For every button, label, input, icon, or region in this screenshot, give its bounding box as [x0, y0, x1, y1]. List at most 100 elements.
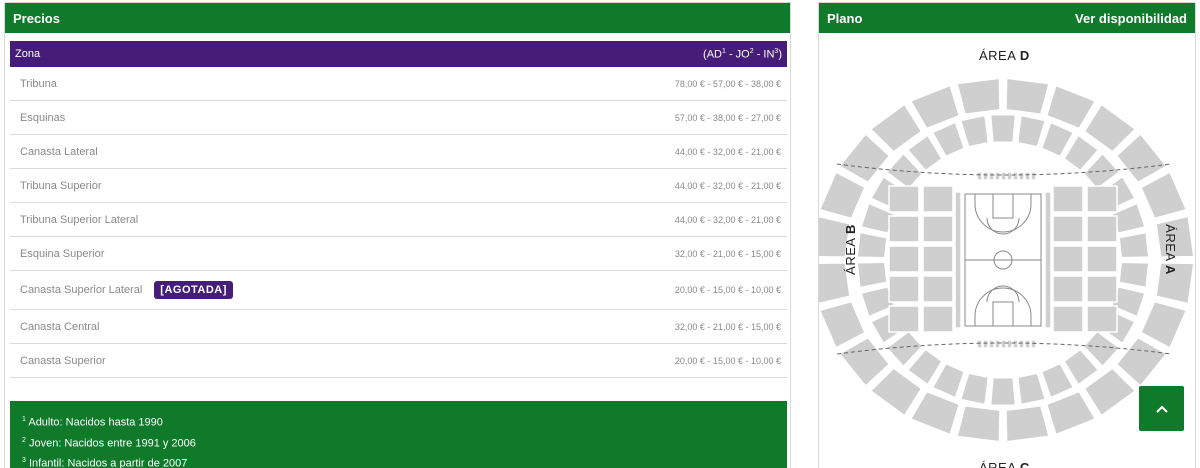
- chevron-up-icon: [1155, 405, 1168, 413]
- seat-block[interactable]: [988, 339, 995, 349]
- note-text: Joven: Nacidos entre 1991 y 2006: [25, 437, 196, 450]
- price-table: Zona (AD1 - JO2 - IN3) Tribuna 78,00 € -…: [10, 41, 787, 378]
- zone-name: Canasta Superior Lateral [AGOTADA]: [20, 281, 233, 299]
- seat-block[interactable]: [976, 339, 983, 349]
- seat-block[interactable]: [988, 171, 995, 181]
- prices-column-header: (AD1 - JO2 - IN3): [703, 48, 782, 61]
- area-b-label: ÁREA B: [843, 224, 858, 275]
- seat-block[interactable]: [976, 171, 983, 181]
- seat-section[interactable]: [989, 113, 1017, 144]
- prices-panel: Precios Zona (AD1 - JO2 - IN3) Tribuna 7…: [4, 2, 791, 468]
- note-text: Infantil: Nacidos a partir de 2007: [25, 457, 188, 468]
- seat-section[interactable]: [819, 300, 867, 350]
- seat-block[interactable]: [1000, 339, 1007, 349]
- seat-block[interactable]: [1030, 171, 1037, 181]
- seat-block[interactable]: [982, 171, 989, 181]
- seat-block[interactable]: [1052, 245, 1084, 273]
- seat-block[interactable]: [1052, 275, 1084, 303]
- seat-block[interactable]: [1012, 339, 1019, 349]
- seat-section[interactable]: [1117, 230, 1151, 259]
- seat-block[interactable]: [922, 275, 954, 303]
- sold-out-badge: [AGOTADA]: [154, 281, 233, 299]
- seat-block[interactable]: [1086, 245, 1118, 273]
- seat-section[interactable]: [989, 376, 1017, 407]
- seat-block[interactable]: [1024, 171, 1031, 181]
- seat-block[interactable]: [1044, 191, 1052, 329]
- table-row: Tribuna Superior Lateral 44,00 € - 32,00…: [10, 203, 787, 237]
- seat-section[interactable]: [1139, 300, 1189, 350]
- seat-section[interactable]: [908, 389, 961, 437]
- seat-section[interactable]: [855, 261, 889, 290]
- availability-link[interactable]: Ver disponibilidad: [1075, 11, 1187, 26]
- area-c-label: ÁREA C: [979, 460, 1030, 468]
- seat-section[interactable]: [1045, 389, 1098, 437]
- seat-section[interactable]: [1045, 83, 1098, 131]
- seat-section[interactable]: [908, 83, 961, 131]
- zone-name: Canasta Lateral: [20, 146, 98, 158]
- seat-block[interactable]: [1018, 171, 1025, 181]
- seat-block[interactable]: [1052, 215, 1084, 243]
- seat-block[interactable]: [1086, 215, 1118, 243]
- seat-block[interactable]: [888, 245, 920, 273]
- seat-block[interactable]: [888, 215, 920, 243]
- zone-name-text: Canasta Lateral: [20, 145, 98, 158]
- seat-block[interactable]: [994, 171, 1001, 181]
- seat-section[interactable]: [955, 404, 1002, 444]
- seat-section[interactable]: [1016, 371, 1047, 407]
- prices-panel-title: Precios: [13, 10, 60, 26]
- scroll-to-top-button[interactable]: [1139, 386, 1184, 431]
- area-d-label: ÁREA D: [979, 48, 1030, 63]
- seat-block[interactable]: [1018, 339, 1025, 349]
- area-letter: B: [842, 224, 858, 235]
- seat-block[interactable]: [922, 245, 954, 273]
- table-row: Canasta Superior Lateral [AGOTADA] 20,00 …: [10, 271, 787, 310]
- seat-section[interactable]: [1016, 113, 1047, 149]
- seat-block[interactable]: [1052, 305, 1084, 333]
- seat-block[interactable]: [888, 185, 920, 213]
- seat-block[interactable]: [1006, 171, 1013, 181]
- seat-block[interactable]: [1024, 339, 1031, 349]
- prices-header-part: (AD: [703, 48, 722, 61]
- seat-block[interactable]: [888, 305, 920, 333]
- seat-block[interactable]: [922, 215, 954, 243]
- zone-name-text: Tribuna: [20, 77, 57, 90]
- seat-section[interactable]: [1004, 404, 1051, 444]
- seat-block[interactable]: [994, 339, 1001, 349]
- table-row: Tribuna 78,00 € - 57,00 € - 38,00 €: [10, 67, 787, 101]
- note-text: Adulto: Nacidos hasta 1990: [25, 416, 163, 429]
- zone-name: Tribuna Superior Lateral: [20, 214, 138, 226]
- seat-section[interactable]: [959, 113, 990, 149]
- zone-name-text: Canasta Superior: [20, 354, 106, 367]
- seat-section[interactable]: [1139, 170, 1189, 220]
- seat-block[interactable]: [888, 275, 920, 303]
- seat-block[interactable]: [1000, 171, 1007, 181]
- table-row: Canasta Superior 20,00 € - 15,00 € - 10,…: [10, 344, 787, 378]
- seat-block[interactable]: [1086, 185, 1118, 213]
- seat-block[interactable]: [1052, 185, 1084, 213]
- seat-block[interactable]: [922, 185, 954, 213]
- seat-block[interactable]: [922, 305, 954, 333]
- seat-block[interactable]: [1030, 339, 1037, 349]
- seat-block[interactable]: [1006, 339, 1013, 349]
- seat-block[interactable]: [1012, 171, 1019, 181]
- seat-block[interactable]: [1086, 305, 1118, 333]
- prices-header-part: - JO: [725, 48, 750, 61]
- seat-section[interactable]: [959, 371, 990, 407]
- seat-section[interactable]: [1117, 261, 1151, 290]
- seat-section[interactable]: [955, 76, 1002, 116]
- seat-block[interactable]: [1086, 275, 1118, 303]
- zone-name: Tribuna: [20, 78, 57, 90]
- seat-section[interactable]: [855, 230, 889, 259]
- area-prefix: ÁREA: [979, 48, 1016, 63]
- seat-block[interactable]: [982, 339, 989, 349]
- zone-name: Tribuna Superior: [20, 180, 102, 192]
- note-line: 1 Adulto: Nacidos hasta 1990: [22, 411, 775, 432]
- map-panel-header: Plano Ver disponibilidad: [819, 3, 1195, 33]
- seat-section[interactable]: [819, 170, 867, 220]
- seat-section[interactable]: [1004, 76, 1051, 116]
- seat-block[interactable]: [954, 191, 962, 329]
- zone-price: 78,00 € - 57,00 € - 38,00 €: [674, 78, 781, 89]
- area-prefix: ÁREA: [1162, 224, 1178, 261]
- zone-name: Canasta Central: [20, 321, 100, 333]
- zone-price: 57,00 € - 38,00 € - 27,00 €: [674, 112, 781, 123]
